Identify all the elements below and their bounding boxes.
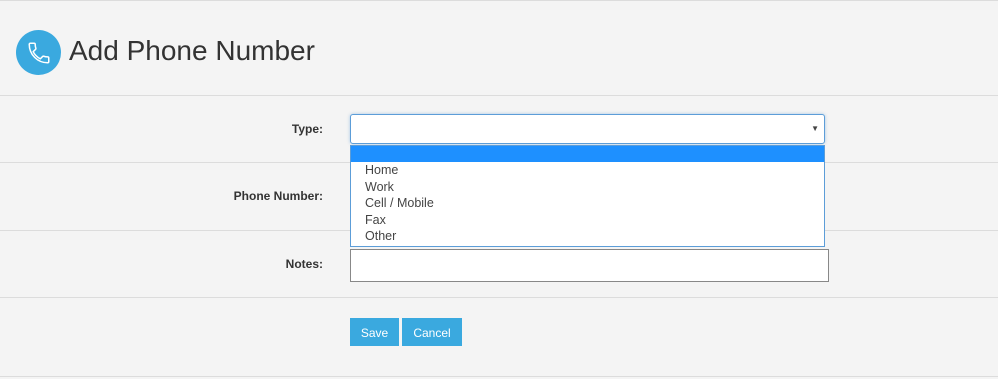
- dropdown-option-cell-mobile[interactable]: Cell / Mobile: [351, 195, 824, 212]
- type-select[interactable]: ▼: [350, 114, 825, 144]
- divider: [0, 297, 998, 298]
- divider: [0, 95, 998, 96]
- dropdown-option-home[interactable]: Home: [351, 162, 824, 179]
- page-header: Add Phone Number: [0, 1, 998, 95]
- dropdown-option-work[interactable]: Work: [351, 179, 824, 196]
- divider: [0, 376, 998, 377]
- save-button[interactable]: Save: [350, 318, 399, 346]
- dropdown-option-empty[interactable]: [351, 146, 824, 162]
- phone-number-label: Phone Number:: [233, 189, 323, 203]
- type-dropdown-list: Home Work Cell / Mobile Fax Other: [350, 145, 825, 247]
- dropdown-option-other[interactable]: Other: [351, 228, 824, 245]
- phone-icon: [16, 30, 61, 75]
- dropdown-option-fax[interactable]: Fax: [351, 212, 824, 229]
- dropdown-arrow-icon[interactable]: ▼: [811, 124, 819, 133]
- notes-label: Notes:: [285, 257, 323, 271]
- cancel-button[interactable]: Cancel: [402, 318, 462, 346]
- notes-input[interactable]: [350, 249, 829, 282]
- type-label: Type:: [291, 122, 323, 136]
- page-title: Add Phone Number: [69, 35, 315, 66]
